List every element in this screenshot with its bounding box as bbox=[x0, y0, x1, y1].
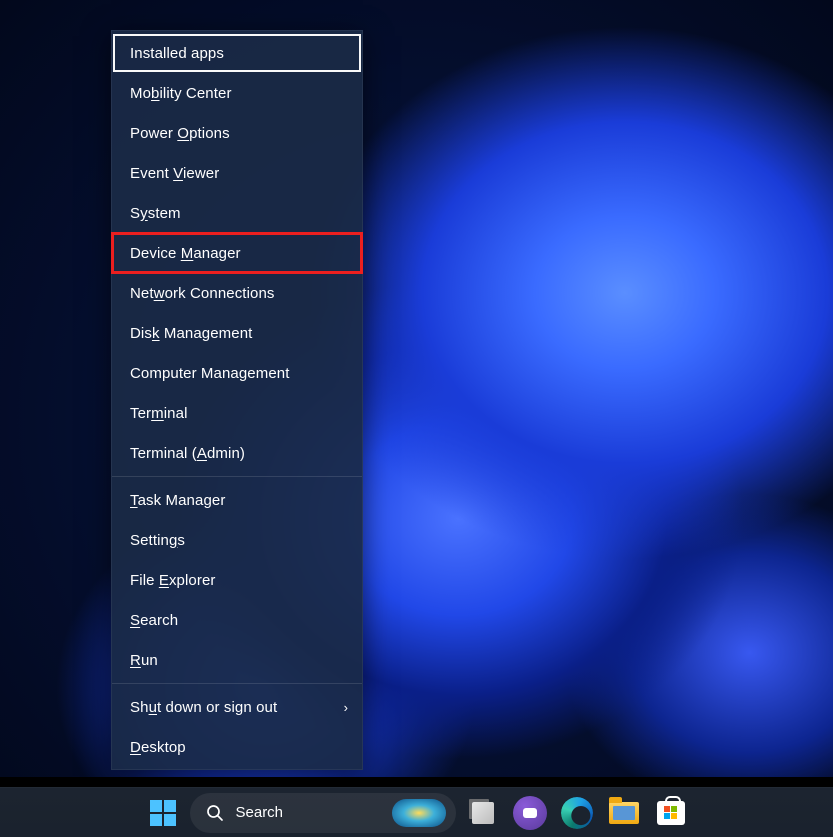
windows-logo-icon bbox=[150, 800, 176, 826]
menu-item-search[interactable]: Search bbox=[112, 600, 362, 640]
chat-button[interactable] bbox=[510, 793, 550, 833]
microsoft-store-button[interactable] bbox=[651, 793, 691, 833]
menu-item-settings[interactable]: Settings bbox=[112, 520, 362, 560]
search-icon bbox=[206, 804, 224, 822]
menu-item-label: Terminal bbox=[130, 405, 188, 422]
menu-item-label: Mobility Center bbox=[130, 85, 232, 102]
menu-item-label: Task Manager bbox=[130, 492, 225, 509]
menu-item-terminal-admin[interactable]: Terminal (Admin) bbox=[112, 433, 362, 473]
menu-item-device-manager[interactable]: Device Manager bbox=[112, 233, 362, 273]
menu-item-task-manager[interactable]: Task Manager bbox=[112, 480, 362, 520]
menu-item-label: System bbox=[130, 205, 181, 222]
file-explorer-button[interactable] bbox=[604, 793, 644, 833]
menu-item-label: Disk Management bbox=[130, 325, 252, 342]
menu-item-installed-apps[interactable]: Installed apps bbox=[112, 33, 362, 73]
taskbar: Search bbox=[0, 787, 833, 837]
taskbar-search[interactable]: Search bbox=[190, 793, 456, 833]
menu-item-power-options[interactable]: Power Options bbox=[112, 113, 362, 153]
edge-icon bbox=[561, 797, 593, 829]
folder-icon bbox=[609, 802, 639, 824]
menu-item-desktop[interactable]: Desktop bbox=[112, 727, 362, 767]
menu-item-mobility-center[interactable]: Mobility Center bbox=[112, 73, 362, 113]
winx-context-menu: Installed apps Mobility Center Power Optio… bbox=[111, 30, 363, 770]
menu-item-label: File Explorer bbox=[130, 572, 216, 589]
menu-item-terminal[interactable]: Terminal bbox=[112, 393, 362, 433]
menu-item-label: Run bbox=[130, 652, 158, 669]
black-strip bbox=[0, 777, 833, 787]
menu-divider bbox=[112, 683, 362, 684]
menu-item-label: Event Viewer bbox=[130, 165, 219, 182]
edge-button[interactable] bbox=[557, 793, 597, 833]
task-view-button[interactable] bbox=[463, 793, 503, 833]
search-placeholder: Search bbox=[236, 804, 284, 821]
menu-item-shut-down[interactable]: Shut down or sign out › bbox=[112, 687, 362, 727]
task-view-icon bbox=[472, 802, 494, 824]
menu-item-label: Power Options bbox=[130, 125, 230, 142]
chevron-right-icon: › bbox=[344, 700, 348, 715]
menu-item-system[interactable]: System bbox=[112, 193, 362, 233]
menu-item-label: Device Manager bbox=[130, 245, 241, 262]
menu-item-label: Search bbox=[130, 612, 178, 629]
menu-item-label: Settings bbox=[130, 532, 185, 549]
menu-item-file-explorer[interactable]: File Explorer bbox=[112, 560, 362, 600]
menu-divider bbox=[112, 476, 362, 477]
menu-item-label: Shut down or sign out bbox=[130, 699, 277, 716]
menu-item-label: Desktop bbox=[130, 739, 186, 756]
menu-item-label: Installed apps bbox=[130, 45, 224, 62]
menu-item-computer-management[interactable]: Computer Management bbox=[112, 353, 362, 393]
menu-item-event-viewer[interactable]: Event Viewer bbox=[112, 153, 362, 193]
menu-item-run[interactable]: Run bbox=[112, 640, 362, 680]
menu-item-disk-management[interactable]: Disk Management bbox=[112, 313, 362, 353]
start-button[interactable] bbox=[143, 793, 183, 833]
menu-item-label: Computer Management bbox=[130, 365, 289, 382]
menu-item-network-connections[interactable]: Network Connections bbox=[112, 273, 362, 313]
menu-item-label: Terminal (Admin) bbox=[130, 445, 245, 462]
chat-icon bbox=[513, 796, 547, 830]
search-highlight-icon bbox=[392, 799, 446, 827]
menu-item-label: Network Connections bbox=[130, 285, 275, 302]
store-icon bbox=[657, 801, 685, 825]
